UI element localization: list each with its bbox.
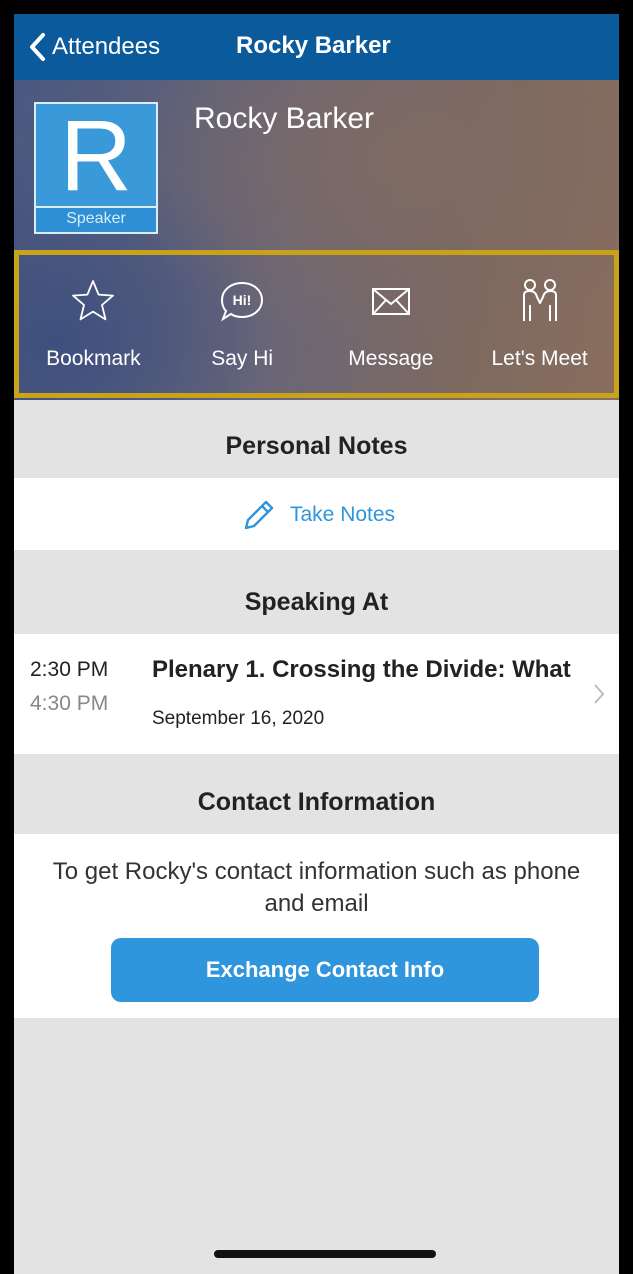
contact-info-row: To get Rocky's contact information such … (14, 834, 619, 1018)
message-button[interactable]: Message (317, 255, 466, 393)
back-button[interactable]: Attendees (28, 28, 160, 66)
avatar: R Speaker (34, 102, 158, 234)
chevron-right-icon (594, 684, 605, 704)
nav-bar: Attendees Rocky Barker (14, 14, 619, 80)
role-badge: Speaker (36, 206, 156, 232)
session-end-time: 4:30 PM (30, 692, 109, 715)
contact-description: To get Rocky's contact information such … (52, 858, 581, 917)
say-hi-button[interactable]: Hi! Say Hi (168, 255, 317, 393)
session-title: Plenary 1. Crossing the Divide: What (152, 656, 571, 683)
say-hi-label: Say Hi (211, 347, 274, 370)
lets-meet-button[interactable]: Let's Meet (465, 255, 614, 393)
bookmark-label: Bookmark (46, 347, 141, 370)
hi-bubble-icon: Hi! (221, 281, 264, 322)
star-icon (72, 280, 115, 321)
people-handshake-icon (522, 279, 557, 321)
session-row[interactable]: 2:30 PM 4:30 PM Plenary 1. Crossing the … (14, 634, 619, 754)
session-start-time: 2:30 PM (30, 658, 109, 681)
pencil-icon (244, 500, 274, 530)
profile-name: Rocky Barker (194, 102, 375, 135)
avatar-initial: R (59, 100, 133, 212)
personal-notes-header: Personal Notes (225, 432, 408, 460)
bookmark-button[interactable]: Bookmark (19, 255, 168, 393)
envelope-icon (371, 288, 410, 315)
home-indicator[interactable] (214, 1250, 436, 1258)
take-notes-button[interactable]: Take Notes (242, 498, 395, 532)
exchange-contact-button[interactable]: Exchange Contact Info (111, 938, 539, 1002)
phone-screen: Attendees Rocky Barker R Speaker Rocky B… (14, 14, 619, 1274)
personal-notes-row: Take Notes (14, 478, 619, 550)
session-date: September 16, 2020 (152, 708, 325, 729)
profile-header: R Speaker Rocky Barker Bookmark Hi! Say … (14, 80, 619, 400)
contact-info-header: Contact Information (197, 788, 436, 816)
back-label: Attendees (52, 33, 161, 60)
chevron-left-icon (30, 33, 45, 61)
speaking-at-header: Speaking At (244, 588, 389, 616)
page-title: Rocky Barker (236, 32, 391, 59)
action-bar: Bookmark Hi! Say Hi Message Let's Meet (14, 250, 619, 398)
message-label: Message (348, 347, 434, 370)
lets-meet-label: Let's Meet (491, 347, 588, 370)
hi-bubble-text: Hi! (233, 292, 252, 308)
take-notes-label: Take Notes (290, 503, 396, 526)
